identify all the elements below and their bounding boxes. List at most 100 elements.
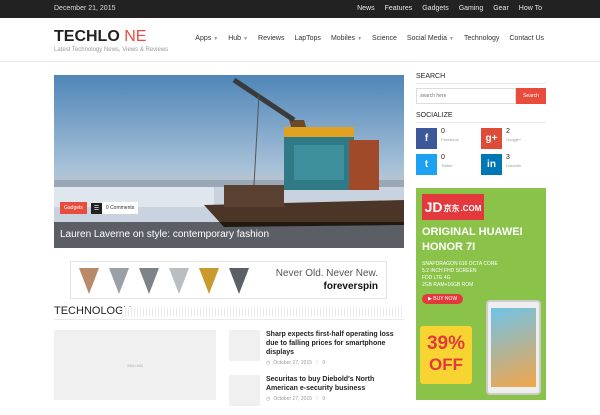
social-count: 3 (506, 154, 510, 161)
social-linkedin[interactable]: in 3 LinkedIn (481, 154, 546, 175)
post-title[interactable]: Securitas to buy Diebold's North America… (266, 375, 404, 393)
social-googleplus[interactable]: g+ 2 Google+ (481, 128, 546, 149)
section-title-stripe (122, 307, 404, 317)
social-label: Twitter (441, 163, 453, 168)
clock-icon: ◷ (266, 396, 271, 402)
section-title: TECHNOLOGY (54, 305, 132, 317)
thumbnail-placeholder-text: 240×160 (127, 362, 143, 368)
featured-post-title[interactable]: Lauren Laverne on style: contemporary fa… (54, 222, 404, 248)
post-meta: ◷ October 27, 2015 ♡ 0 (266, 360, 404, 366)
social-counters: f 0 Facebook g+ 2 Google+ t 0 Twitter in 3 L… (416, 128, 546, 175)
ad-specs: SNAPDRAGON 616 OCTA CORE 5.2 INCH FHD SC… (422, 261, 498, 289)
chevron-down-icon: ▼ (357, 35, 363, 42)
list-item[interactable]: Sharp expects first-half operating loss … (229, 330, 404, 366)
post-thumbnail[interactable] (229, 330, 260, 361)
sidebar: SEARCH Search SOCIALIZE f 0 Facebook g+ 2… (416, 73, 546, 175)
chevron-down-icon: ▼ (243, 35, 249, 42)
jd-brand-suffix: 京东 (443, 204, 460, 213)
post-list: Sharp expects first-half operating loss … (229, 330, 404, 415)
nav-label: Social Media (406, 35, 447, 42)
jd-logo: JD 京东 .COM (422, 194, 484, 220)
nav-label: Science (372, 35, 397, 42)
nav-item-social-media[interactable]: Social Media ▼ (407, 35, 454, 42)
logo-main: TECHLO (54, 28, 120, 45)
top-link-news[interactable]: News (357, 5, 375, 12)
social-label: Facebook (441, 137, 459, 142)
search-button[interactable]: Search (516, 88, 546, 104)
social-count: 0 (441, 128, 445, 135)
site-header: TECHLO NE Latest Technology News, Views … (0, 18, 600, 62)
socialize-heading: SOCIALIZE (416, 112, 546, 123)
buy-now-button[interactable]: ▶ BUY NOW (422, 294, 464, 304)
nav-label: Technology (463, 35, 500, 42)
list-item[interactable]: Securitas to buy Diebold's North America… (229, 375, 404, 406)
nav-item-apps[interactable]: Apps ▼ (195, 35, 218, 42)
top-bar: December 21, 2015 News Features Gadgets … (0, 0, 600, 18)
featured-post[interactable]: Gadgets ☰ 0 Comments Lauren Laverne on s… (54, 75, 404, 248)
top-link-gadgets[interactable]: Gadgets (422, 5, 448, 12)
ad-spec: SNAPDRAGON 616 OCTA CORE (422, 261, 498, 267)
post-comment-count: 0 (322, 396, 326, 402)
social-count: 0 (441, 154, 445, 161)
nav-item-technology[interactable]: Technology (464, 35, 499, 42)
social-facebook[interactable]: f 0 Facebook (416, 128, 481, 149)
social-label: Google+ (506, 137, 522, 142)
nav-item-science[interactable]: Science (372, 35, 397, 42)
phone-image (486, 300, 541, 395)
ad-banner[interactable]: Never Old. Never New. foreverspin (70, 261, 387, 299)
post-title[interactable]: Sharp expects first-half operating loss … (266, 330, 404, 357)
post-comment-count: 0 (322, 360, 326, 366)
search-input[interactable] (416, 88, 516, 104)
ad-headline-1: ORIGINAL HUAWEI (422, 226, 523, 238)
search-heading: SEARCH (416, 73, 546, 84)
heart-icon: ♡ (315, 396, 320, 402)
cart-icon: ▶ (428, 296, 432, 302)
ad-headline-2: HONOR 7I (422, 241, 476, 253)
sidebar-ad[interactable]: JD 京东 .COM ORIGINAL HUAWEI HONOR 7I SNAP… (416, 188, 546, 400)
search-form: Search (416, 88, 546, 104)
top-link-gear[interactable]: Gear (493, 5, 509, 12)
chevron-down-icon: ▼ (213, 35, 219, 42)
nav-item-laptops[interactable]: LapTops (294, 35, 320, 42)
ad-text: Never Old. Never New. foreverspin (276, 268, 378, 292)
site-logo[interactable]: TECHLO NE (54, 28, 146, 46)
category-badge[interactable]: Gadgets (60, 202, 87, 214)
top-link-features[interactable]: Features (385, 5, 413, 12)
facebook-icon: f (416, 128, 437, 149)
post-date: October 27, 2015 (273, 360, 313, 366)
nav-item-hub[interactable]: Hub ▼ (228, 35, 248, 42)
social-label: LinkedIn (506, 163, 522, 168)
ad-spec: 5.2 INCH FHD SCREEN (422, 268, 477, 274)
top-links: News Features Gadgets Gaming Gear How To (357, 5, 542, 12)
nav-item-mobiles[interactable]: Mobiles ▼ (331, 35, 362, 42)
ad-brand: foreverspin (323, 281, 378, 292)
googleplus-icon: g+ (481, 128, 502, 149)
post-thumbnail-large[interactable]: 240×160 (54, 330, 216, 400)
site-tagline: Latest Technology News, Views & Reviews (54, 47, 169, 53)
top-link-gaming[interactable]: Gaming (459, 5, 484, 12)
nav-label: Reviews (258, 35, 285, 42)
post-meta: ◷ October 27, 2015 ♡ 0 (266, 396, 404, 402)
linkedin-icon: in (481, 154, 502, 175)
ad-spec: 2GB RAM+16GB ROM (422, 282, 474, 288)
clock-icon: ◷ (266, 360, 271, 366)
comments-badge[interactable]: 0 Comments (101, 202, 139, 214)
chevron-down-icon: ▼ (449, 35, 454, 42)
nav-item-contact-us[interactable]: Contact Us (509, 35, 544, 42)
jd-brand-com: .COM (460, 204, 482, 213)
nav-label: Hub (228, 35, 242, 42)
current-date: December 21, 2015 (54, 5, 116, 12)
logo-accent: NE (124, 28, 147, 45)
main-nav: Apps ▼ Hub ▼ Reviews LapTops Mobiles ▼ Scie… (195, 35, 544, 42)
ad-spec: FDD LTE 4G (422, 275, 451, 281)
discount-off: OFF (429, 355, 463, 374)
post-thumbnail[interactable] (229, 375, 260, 406)
buy-now-label: BUY NOW (433, 296, 458, 302)
phone-screen (491, 308, 536, 387)
discount-percent: 39% (426, 333, 466, 354)
section-divider (54, 319, 404, 320)
social-twitter[interactable]: t 0 Twitter (416, 154, 481, 175)
nav-label: Mobiles (330, 35, 356, 42)
top-link-how-to[interactable]: How To (519, 5, 542, 12)
nav-item-reviews[interactable]: Reviews (258, 35, 284, 42)
